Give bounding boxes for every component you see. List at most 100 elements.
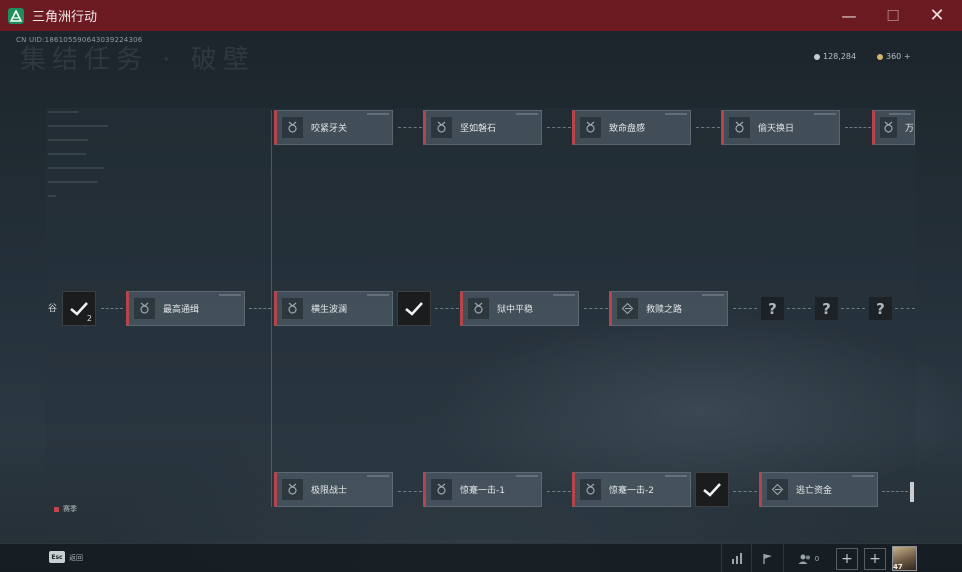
delta-force-logo-icon — [8, 7, 24, 24]
gold-coin-icon — [877, 53, 883, 60]
checkmark-icon — [703, 482, 721, 497]
invite-slot-button[interactable]: + — [864, 548, 886, 570]
player-uid: CN UID:186105590643039224306 — [16, 36, 143, 44]
mission-badge-icon — [282, 479, 303, 500]
window-title: 三角洲行动 — [32, 10, 98, 25]
title-bar: 三角洲行动 — ☐ ✕ — [0, 0, 962, 31]
connector — [895, 308, 915, 309]
mission-label: 横生波澜 — [311, 305, 348, 315]
maximize-button[interactable]: ☐ — [870, 0, 916, 31]
mission-node[interactable]: 惊蹇一击-1 — [423, 472, 542, 507]
mission-label: 最高通缉 — [163, 305, 200, 315]
connector — [101, 308, 123, 309]
mission-badge-icon — [729, 117, 750, 138]
tree-trunk-line — [271, 110, 272, 507]
connector — [547, 127, 571, 128]
connector — [547, 491, 571, 492]
esc-key-hint[interactable]: Esc — [49, 551, 65, 563]
mission-badge-icon — [134, 298, 155, 319]
locked-mission-icon[interactable]: ? — [869, 297, 892, 320]
mission-label: 极限战士 — [311, 486, 348, 496]
squad-button[interactable]: 0 — [783, 544, 833, 572]
mission-badge-icon — [580, 117, 601, 138]
locked-mission-icon[interactable]: ? — [761, 297, 784, 320]
connector — [398, 491, 422, 492]
connector — [841, 308, 865, 309]
completed-count: 2 — [86, 314, 92, 323]
mission-node[interactable]: 最高通缉 — [126, 291, 245, 326]
connector — [882, 491, 908, 492]
next-mission-edge — [910, 482, 914, 502]
mission-label: 致命盘感 — [609, 124, 646, 134]
player-avatar[interactable]: 47 — [892, 546, 917, 571]
mission-label: 狱中平稳 — [497, 305, 534, 315]
escape-route-icon — [617, 298, 638, 319]
invite-slot-button[interactable]: + — [836, 548, 858, 570]
minimize-button[interactable]: — — [826, 0, 872, 31]
mission-node[interactable]: 咬紧牙关 — [274, 110, 393, 145]
connector — [845, 127, 871, 128]
legend-label: 赛季 — [63, 505, 77, 513]
close-button[interactable]: ✕ — [914, 0, 960, 31]
mission-label: 偷天换日 — [758, 124, 795, 134]
game-viewport: 集结任务 · 破壁 CN UID:186105590643039224306 1… — [0, 31, 962, 572]
completed-mission[interactable]: 2 — [62, 291, 96, 326]
mission-badge-icon — [282, 117, 303, 138]
mission-label: 咬紧牙关 — [311, 124, 348, 134]
mission-label: 救赎之路 — [646, 305, 683, 315]
connector — [249, 308, 271, 309]
bottom-bar: Esc 返回 0 + + 47 — [0, 543, 962, 572]
mission-node[interactable]: 狱中平稳 — [460, 291, 579, 326]
connector — [398, 127, 422, 128]
squad-count: 0 — [814, 554, 820, 563]
escape-route-icon — [767, 479, 788, 500]
connector — [733, 308, 757, 309]
completed-mission[interactable] — [397, 291, 431, 326]
currency-silver-value: 128,284 — [823, 52, 857, 61]
background-title: 集结任务 · 破壁 — [20, 45, 255, 75]
mission-badge-icon — [431, 117, 452, 138]
mission-node[interactable]: 逃亡资金 — [759, 472, 878, 507]
squad-icon — [798, 554, 810, 564]
connector — [696, 127, 720, 128]
mission-node[interactable]: 极限战士 — [274, 472, 393, 507]
checkmark-icon — [405, 301, 423, 316]
mission-badge-icon — [580, 479, 601, 500]
mission-label: 逃亡资金 — [796, 486, 833, 496]
legend: 赛季 — [54, 504, 77, 514]
mission-badge-icon — [431, 479, 452, 500]
mission-node[interactable]: 偷天换日 — [721, 110, 840, 145]
flag-button[interactable] — [751, 544, 783, 572]
mission-info-panel — [48, 111, 130, 231]
mission-node[interactable]: 惊蹇一击-2 — [572, 472, 691, 507]
completed-mission[interactable] — [695, 472, 729, 507]
connector — [435, 308, 459, 309]
flag-icon — [762, 553, 772, 564]
mission-badge-icon — [282, 298, 303, 319]
legend-swatch — [54, 506, 59, 512]
mission-node[interactable]: 万 — [872, 110, 915, 145]
back-label[interactable]: 返回 — [69, 553, 83, 563]
connector — [787, 308, 811, 309]
mission-node[interactable]: 救赎之路 — [609, 291, 728, 326]
currency-gold-value: 360 + — [886, 52, 911, 61]
connector — [733, 491, 757, 492]
mission-node[interactable]: 横生波澜 — [274, 291, 393, 326]
stats-button[interactable] — [721, 544, 751, 572]
mission-label: 惊蹇一击-1 — [460, 486, 505, 496]
player-level: 47 — [893, 563, 903, 571]
mission-node[interactable]: 坚如磐石 — [423, 110, 542, 145]
mission-label: 惊蹇一击-2 — [609, 486, 654, 496]
mission-badge-icon — [468, 298, 489, 319]
mission-label-partial: 谷 — [48, 304, 58, 314]
mission-label: 万 — [904, 124, 914, 134]
currency-silver: 128,284 — [814, 52, 856, 61]
mission-node[interactable]: 致命盘感 — [572, 110, 691, 145]
connector — [584, 308, 608, 309]
currency-gold[interactable]: 360 + — [877, 52, 911, 61]
bar-chart-icon — [731, 553, 742, 564]
mission-badge-icon — [880, 117, 897, 138]
locked-mission-icon[interactable]: ? — [815, 297, 838, 320]
silver-coin-icon — [814, 53, 820, 60]
mission-label: 坚如磐石 — [460, 124, 497, 134]
